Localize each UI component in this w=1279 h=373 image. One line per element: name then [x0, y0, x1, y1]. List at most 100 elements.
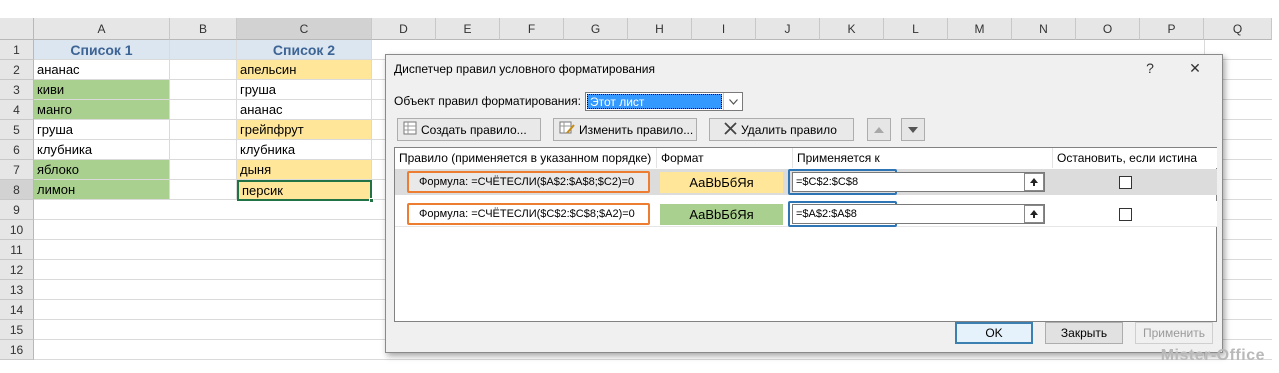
- cell-a5[interactable]: груша: [34, 120, 170, 140]
- cell-a7[interactable]: яблоко: [34, 160, 170, 180]
- cell-b4[interactable]: [170, 100, 237, 120]
- rule-2-formula[interactable]: Формула: =СЧЁТЕСЛИ($C$2:$C$8;$A2)=0: [407, 203, 650, 225]
- col-header-e[interactable]: E: [436, 18, 500, 40]
- cell-c1-header[interactable]: Список 2: [237, 40, 372, 60]
- cell-a1-header[interactable]: Список 1: [34, 40, 170, 60]
- col-header-d[interactable]: D: [372, 18, 436, 40]
- collapse-dialog-icon: [1030, 210, 1038, 218]
- col-header-l[interactable]: L: [884, 18, 948, 40]
- col-header-applies[interactable]: Применяется к: [793, 148, 1053, 168]
- delete-rule-button[interactable]: Удалить правило: [709, 118, 854, 141]
- row-header-15[interactable]: 15: [0, 320, 34, 340]
- collapse-dialog-icon: [1030, 178, 1038, 186]
- cell-a4[interactable]: манго: [34, 100, 170, 120]
- col-header-o[interactable]: O: [1076, 18, 1140, 40]
- cell-c2[interactable]: апельсин: [237, 60, 372, 80]
- ok-button[interactable]: OK: [955, 322, 1033, 344]
- rule-2-format-preview[interactable]: АаВbБбЯя: [660, 204, 783, 225]
- arrow-down-icon: [908, 126, 918, 133]
- col-header-f[interactable]: F: [500, 18, 564, 40]
- col-header-c[interactable]: C: [237, 18, 372, 40]
- rule-2-applies-input[interactable]: =$A$2:$A$8: [792, 204, 1045, 224]
- new-rule-button[interactable]: Создать правило...: [397, 118, 541, 141]
- row-header-13[interactable]: 13: [0, 280, 34, 300]
- edit-rule-button[interactable]: Изменить правило...: [553, 118, 697, 141]
- delete-rule-label: Удалить правило: [741, 122, 837, 137]
- move-down-button[interactable]: [901, 118, 925, 141]
- select-all-corner[interactable]: [0, 18, 34, 40]
- row-header-10[interactable]: 10: [0, 220, 34, 240]
- scope-dropdown[interactable]: Этот лист: [585, 92, 743, 111]
- col-header-a[interactable]: A: [34, 18, 170, 40]
- rule-2-stop-checkbox[interactable]: [1119, 208, 1132, 221]
- col-header-b[interactable]: B: [170, 18, 237, 40]
- col-header-j[interactable]: J: [756, 18, 820, 40]
- rule-1-formula[interactable]: Формула: =СЧЁТЕСЛИ($A$2:$A$8;$C2)=0: [407, 171, 650, 193]
- rule-1-format-preview[interactable]: АаВbБбЯя: [660, 172, 783, 193]
- edit-rule-label: Изменить правило...: [579, 122, 694, 137]
- col-header-q[interactable]: Q: [1204, 18, 1272, 40]
- row-header-2[interactable]: 2: [0, 60, 34, 80]
- help-button[interactable]: ?: [1138, 57, 1162, 79]
- col-header-n[interactable]: N: [1012, 18, 1076, 40]
- row-header-4[interactable]: 4: [0, 100, 34, 120]
- row-header-9[interactable]: 9: [0, 200, 34, 220]
- rule-1-applies-input[interactable]: =$C$2:$C$8: [792, 172, 1045, 192]
- close-button[interactable]: Закрыть: [1045, 322, 1123, 344]
- rule-2-range-picker[interactable]: [1024, 205, 1044, 223]
- new-rule-icon: [403, 121, 417, 138]
- edit-rule-icon: [559, 121, 575, 138]
- close-icon[interactable]: ✕: [1183, 57, 1207, 79]
- col-header-m[interactable]: M: [948, 18, 1012, 40]
- cell-b7[interactable]: [170, 160, 237, 180]
- row-header-11[interactable]: 11: [0, 240, 34, 260]
- rule-1-stop-checkbox[interactable]: [1119, 176, 1132, 189]
- rule-1-range-picker[interactable]: [1024, 173, 1044, 191]
- delete-x-icon: [724, 121, 737, 138]
- row-header-3[interactable]: 3: [0, 80, 34, 100]
- fill-handle[interactable]: [369, 198, 374, 203]
- cell-a6[interactable]: клубника: [34, 140, 170, 160]
- col-header-stop[interactable]: Остановить, если истина: [1053, 148, 1217, 168]
- cell-b8[interactable]: [170, 180, 237, 200]
- cell-b3[interactable]: [170, 80, 237, 100]
- arrow-up-icon: [874, 126, 884, 133]
- cell-c4[interactable]: ананас: [237, 100, 372, 120]
- cell-b1[interactable]: [170, 40, 237, 60]
- dialog-title: Диспетчер правил условного форматировани…: [394, 62, 655, 76]
- cell-c6[interactable]: клубника: [237, 140, 372, 160]
- row-header-14[interactable]: 14: [0, 300, 34, 320]
- cell-c8-active[interactable]: персик: [237, 180, 372, 201]
- row-header-1[interactable]: 1: [0, 40, 34, 60]
- chevron-down-icon[interactable]: [723, 93, 742, 110]
- cell-c7[interactable]: дыня: [237, 160, 372, 180]
- col-header-p[interactable]: P: [1140, 18, 1204, 40]
- cell-a8[interactable]: лимон: [34, 180, 170, 200]
- new-rule-label: Создать правило...: [421, 122, 527, 137]
- rules-list: Правило (применяется в указанном порядке…: [394, 147, 1217, 322]
- col-header-rule[interactable]: Правило (применяется в указанном порядке…: [395, 148, 657, 168]
- scope-label: Объект правил форматирования:: [394, 94, 581, 108]
- col-header-format[interactable]: Формат: [657, 148, 793, 168]
- cell-b6[interactable]: [170, 140, 237, 160]
- row-header-5[interactable]: 5: [0, 120, 34, 140]
- row-header-7[interactable]: 7: [0, 160, 34, 180]
- cell-a3[interactable]: киви: [34, 80, 170, 100]
- row-header-8[interactable]: 8: [0, 180, 34, 200]
- cell-c3[interactable]: груша: [237, 80, 372, 100]
- cell-b2[interactable]: [170, 60, 237, 80]
- col-header-k[interactable]: K: [820, 18, 884, 40]
- col-header-g[interactable]: G: [564, 18, 628, 40]
- row-header-16[interactable]: 16: [0, 340, 34, 360]
- cell-c5[interactable]: грейпфрут: [237, 120, 372, 140]
- apply-button[interactable]: Применить: [1135, 322, 1213, 344]
- row-header-6[interactable]: 6: [0, 140, 34, 160]
- move-up-button[interactable]: [867, 118, 891, 141]
- col-header-h[interactable]: H: [628, 18, 692, 40]
- cell-a2[interactable]: ананас: [34, 60, 170, 80]
- row-header-12[interactable]: 12: [0, 260, 34, 280]
- col-header-i[interactable]: I: [692, 18, 756, 40]
- scope-selected-value: Этот лист: [587, 94, 722, 109]
- cell-b5[interactable]: [170, 120, 237, 140]
- conditional-formatting-rules-manager-dialog: Диспетчер правил условного форматировани…: [385, 54, 1223, 353]
